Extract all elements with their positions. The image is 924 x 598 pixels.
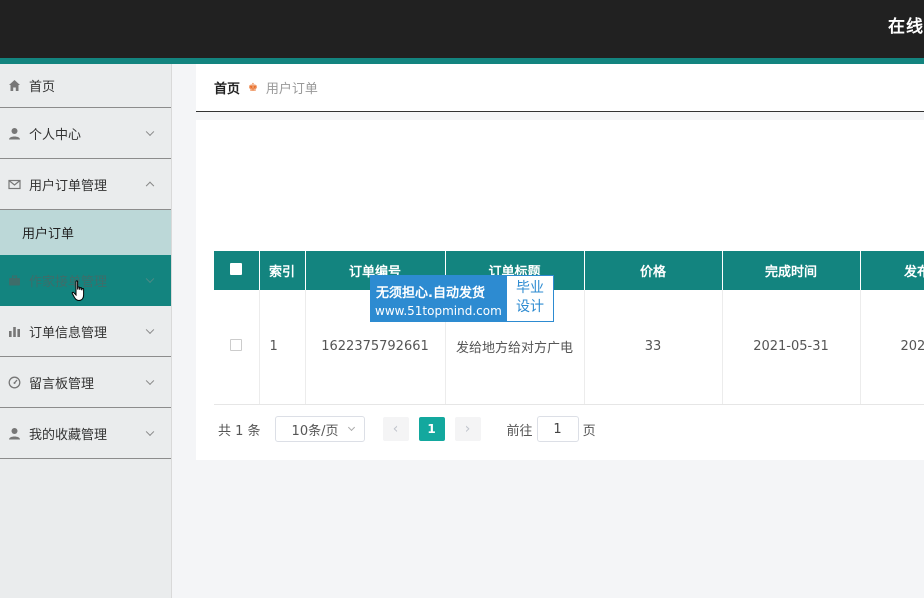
cell-index: 1 bbox=[259, 290, 306, 405]
briefcase-icon bbox=[8, 274, 21, 287]
bar-chart-icon bbox=[8, 325, 21, 338]
chevron-down-icon bbox=[145, 127, 155, 137]
goto-suffix: 页 bbox=[582, 423, 596, 439]
column-header-index[interactable]: 索引 bbox=[259, 251, 306, 290]
watermark-badge-line1: 毕业 bbox=[516, 280, 544, 296]
watermark-badge: 毕业 设计 bbox=[507, 276, 553, 321]
breadcrumb: 首页 ♚ 用户订单 bbox=[196, 64, 924, 112]
chevron-right-icon: › bbox=[464, 421, 471, 437]
pagination: 共 1 条 10条/页 ‹ 1 › 前往 1 页 bbox=[218, 416, 596, 442]
next-page-button[interactable]: › bbox=[454, 417, 481, 441]
chevron-up-icon bbox=[145, 181, 155, 191]
row-checkbox[interactable] bbox=[230, 338, 243, 351]
sidebar-item-label: 首页 bbox=[29, 80, 56, 95]
goto-label: 前往 bbox=[506, 423, 533, 439]
row-select-cell bbox=[214, 290, 260, 405]
user-icon bbox=[8, 127, 21, 140]
sidebar-subitem-user-order[interactable]: 用户订单 bbox=[0, 210, 171, 255]
watermark-line2: www.51topmind.com bbox=[375, 304, 502, 318]
chevron-down-icon bbox=[347, 423, 355, 432]
pagination-total: 共 1 条 bbox=[218, 423, 261, 439]
orders-table: 索引 订单编号 订单标题 价格 完成时间 发布 1 1622375792661 … bbox=[214, 251, 924, 405]
sidebar-item-label: 我的收藏管理 bbox=[29, 427, 108, 443]
sidebar-item-label: 个人中心 bbox=[29, 127, 82, 143]
hand-cursor-icon bbox=[71, 280, 87, 306]
page-size-select[interactable]: 10条/页 bbox=[274, 416, 365, 442]
chevron-down-icon bbox=[145, 427, 155, 437]
app-title: 在线 bbox=[888, 17, 924, 37]
chevron-left-icon: ‹ bbox=[392, 421, 399, 437]
sidebar-item-user-orders[interactable]: 用户订单管理 bbox=[0, 159, 171, 210]
prev-page-button[interactable]: ‹ bbox=[382, 417, 409, 441]
cell-finish-time: 2021-05-31 bbox=[722, 290, 861, 405]
sidebar-item-message-board[interactable]: 留言板管理 bbox=[0, 357, 171, 408]
divider-band bbox=[196, 112, 924, 120]
column-header-price[interactable]: 价格 bbox=[584, 251, 723, 290]
sidebar-item-home[interactable]: 首页 bbox=[0, 64, 171, 108]
top-bar: 在线 bbox=[0, 0, 924, 58]
sidebar: 首页 个人中心 用户订单管理 用户订单 作家接单管理 订单信息管理 留言板管理 … bbox=[0, 64, 172, 598]
watermark-badge-line2: 设计 bbox=[516, 299, 544, 315]
sidebar-item-order-info[interactable]: 订单信息管理 bbox=[0, 306, 171, 357]
sidebar-item-my-favorites[interactable]: 我的收藏管理 bbox=[0, 408, 171, 459]
sidebar-item-label: 用户订单管理 bbox=[29, 178, 108, 194]
chevron-down-icon bbox=[145, 376, 155, 386]
select-all-cell bbox=[214, 251, 260, 290]
page-number-button[interactable]: 1 bbox=[418, 417, 445, 441]
watermark-text: 无须担心.自动发货 www.51topmind.com bbox=[371, 276, 507, 321]
breadcrumb-separator-icon: ♚ bbox=[248, 81, 258, 94]
mail-icon bbox=[8, 178, 21, 191]
home-icon bbox=[8, 79, 21, 92]
chevron-down-icon bbox=[145, 274, 155, 284]
sidebar-item-label: 留言板管理 bbox=[29, 376, 95, 392]
watermark-banner: 无须担心.自动发货 www.51topmind.com 毕业 设计 bbox=[370, 275, 554, 322]
column-header-publish[interactable]: 发布 bbox=[860, 251, 924, 290]
user-icon bbox=[8, 427, 21, 440]
breadcrumb-home[interactable]: 首页 bbox=[214, 78, 240, 97]
sidebar-item-label: 订单信息管理 bbox=[29, 325, 108, 341]
cell-price: 33 bbox=[584, 290, 723, 405]
cell-publish: 2021 bbox=[860, 290, 924, 405]
breadcrumb-current: 用户订单 bbox=[265, 82, 318, 97]
watermark-line1: 无须担心.自动发货 bbox=[376, 286, 485, 301]
sidebar-item-label: 作家接单管理 bbox=[29, 274, 108, 290]
page-size-value: 10条/页 bbox=[291, 423, 339, 439]
select-all-checkbox[interactable] bbox=[230, 262, 243, 275]
chevron-down-icon bbox=[145, 325, 155, 335]
column-header-finish-time[interactable]: 完成时间 bbox=[722, 251, 861, 290]
table-row: 1 1622375792661 发给地方给对方广电 33 2021-05-31 … bbox=[214, 290, 924, 405]
sidebar-item-personal-center[interactable]: 个人中心 bbox=[0, 108, 171, 159]
goto-page-input[interactable]: 1 bbox=[536, 416, 579, 442]
sidebar-subitem-label: 用户订单 bbox=[22, 227, 75, 242]
table-header-row: 索引 订单编号 订单标题 价格 完成时间 发布 bbox=[214, 251, 924, 290]
gauge-icon bbox=[8, 376, 21, 389]
